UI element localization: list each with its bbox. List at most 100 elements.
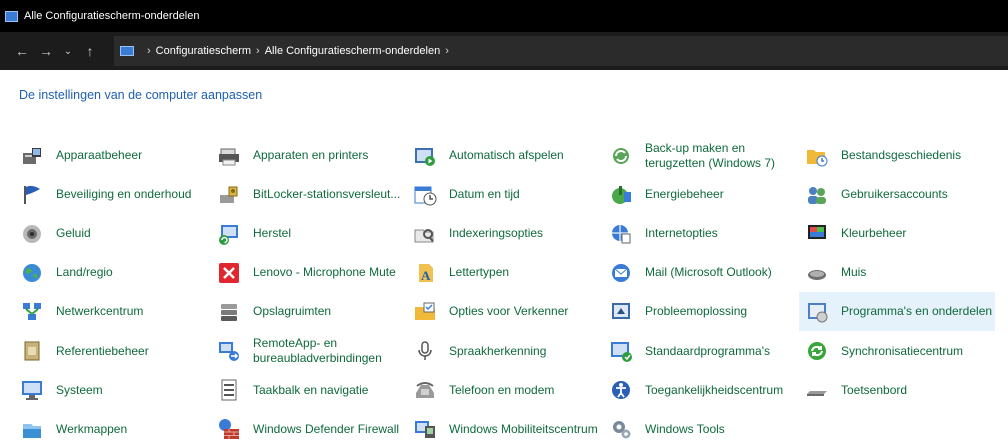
control-panel-icon xyxy=(5,10,18,22)
item-werkmappen[interactable]: Werkmappen xyxy=(14,410,211,446)
item-energiebeheer[interactable]: Energiebeheer xyxy=(603,175,799,214)
item-label[interactable]: Standaardprogramma's xyxy=(645,344,770,359)
item-lenovo-microphone-mute[interactable]: Lenovo - Microphone Mute xyxy=(211,253,407,292)
item-label[interactable]: Taakbalk en navigatie xyxy=(253,383,368,398)
item-label[interactable]: Bestandsgeschiedenis xyxy=(841,148,961,163)
item-label[interactable]: Referentiebeheer xyxy=(56,344,149,359)
item-label[interactable]: Probleemoplossing xyxy=(645,304,747,319)
item-label[interactable]: Back-up maken en terugzetten (Windows 7) xyxy=(645,141,799,171)
mobility-icon xyxy=(413,417,437,441)
item-label[interactable]: Automatisch afspelen xyxy=(449,148,564,163)
item-remoteapp-en-bureaubladverbindingen[interactable]: RemoteApp- en bureaubladverbindingen xyxy=(211,331,407,370)
item-label[interactable]: RemoteApp- en bureaubladverbindingen xyxy=(253,336,407,366)
keyboard-icon xyxy=(805,378,829,402)
item-netwerkcentrum[interactable]: Netwerkcentrum xyxy=(14,292,211,331)
item-opties-voor-verkenner[interactable]: Opties voor Verkenner xyxy=(407,292,603,331)
item-label[interactable]: Mail (Microsoft Outlook) xyxy=(645,265,772,280)
item-label[interactable]: Lenovo - Microphone Mute xyxy=(253,265,396,280)
mail-icon xyxy=(609,261,633,285)
item-label[interactable]: Muis xyxy=(841,265,866,280)
item-apparaatbeheer[interactable]: Apparaatbeheer xyxy=(14,136,211,175)
item-probleemoplossing[interactable]: Probleemoplossing xyxy=(603,292,799,331)
item-systeem[interactable]: Systeem xyxy=(14,371,211,410)
item-spraakherkenning[interactable]: Spraakherkenning xyxy=(407,331,603,370)
item-label[interactable]: Land/regio xyxy=(56,265,113,280)
item-label[interactable]: Opslagruimten xyxy=(253,304,331,319)
item-windows-mobiliteitscentrum[interactable]: Windows Mobiliteitscentrum xyxy=(407,410,603,446)
item-standaardprogramma-s[interactable]: Standaardprogramma's xyxy=(603,331,799,370)
item-telefoon-en-modem[interactable]: Telefoon en modem xyxy=(407,371,603,410)
item-label[interactable]: Kleurbeheer xyxy=(841,226,906,241)
item-back-up-maken-en-terugzetten-windows-7[interactable]: Back-up maken en terugzetten (Windows 7) xyxy=(603,136,799,175)
item-label[interactable]: Beveiliging en onderhoud xyxy=(56,187,191,202)
breadcrumb-separator[interactable]: › xyxy=(256,45,260,57)
page-heading: De instellingen van de computer aanpasse… xyxy=(19,88,263,102)
breadcrumb-alle-onderdelen[interactable]: Alle Configuratiescherm-onderdelen xyxy=(265,45,440,57)
item-label[interactable]: Gebruikersaccounts xyxy=(841,187,948,202)
item-label[interactable]: BitLocker-stationsversleut... xyxy=(253,187,400,202)
accessibility-icon xyxy=(609,378,633,402)
item-synchronisatiecentrum[interactable]: Synchronisatiecentrum xyxy=(799,331,995,370)
item-label[interactable]: Toetsenbord xyxy=(841,383,907,398)
item-label[interactable]: Telefoon en modem xyxy=(449,383,554,398)
item-label[interactable]: Netwerkcentrum xyxy=(56,304,143,319)
item-label[interactable]: Werkmappen xyxy=(56,422,127,437)
item-automatisch-afspelen[interactable]: Automatisch afspelen xyxy=(407,136,603,175)
item-bestandsgeschiedenis[interactable]: Bestandsgeschiedenis xyxy=(799,136,995,175)
item-opslagruimten[interactable]: Opslagruimten xyxy=(211,292,407,331)
item-toetsenbord[interactable]: Toetsenbord xyxy=(799,371,995,410)
item-geluid[interactable]: Geluid xyxy=(14,214,211,253)
item-beveiliging-en-onderhoud[interactable]: Beveiliging en onderhoud xyxy=(14,175,211,214)
breadcrumb-separator[interactable]: › xyxy=(147,45,151,57)
item-bitlocker-stationsversleut[interactable]: BitLocker-stationsversleut... xyxy=(211,175,407,214)
back-button[interactable]: ← xyxy=(10,43,34,59)
item-label[interactable]: Opties voor Verkenner xyxy=(449,304,568,319)
item-apparaten-en-printers[interactable]: Apparaten en printers xyxy=(211,136,407,175)
address-bar[interactable]: › Configuratiescherm › Alle Configuratie… xyxy=(114,36,1008,66)
breadcrumb-configuratiescherm[interactable]: Configuratiescherm xyxy=(156,45,251,57)
item-label[interactable]: Geluid xyxy=(56,226,91,241)
item-label[interactable]: Energiebeheer xyxy=(645,187,724,202)
item-indexeringsopties[interactable]: Indexeringsopties xyxy=(407,214,603,253)
item-label[interactable]: Programma's en onderdelen xyxy=(841,304,992,319)
item-referentiebeheer[interactable]: Referentiebeheer xyxy=(14,331,211,370)
programs-icon xyxy=(805,300,829,324)
item-label[interactable]: Windows Defender Firewall xyxy=(253,422,399,437)
item-lettertypen[interactable]: A Lettertypen xyxy=(407,253,603,292)
item-programma-s-en-onderdelen[interactable]: Programma's en onderdelen xyxy=(799,292,995,332)
item-label[interactable]: Systeem xyxy=(56,383,103,398)
item-label[interactable]: Datum en tijd xyxy=(449,187,520,202)
color-management-icon xyxy=(805,222,829,246)
item-label[interactable]: Synchronisatiecentrum xyxy=(841,344,963,359)
item-windows-defender-firewall[interactable]: Windows Defender Firewall xyxy=(211,410,407,446)
item-herstel[interactable]: Herstel xyxy=(211,214,407,253)
item-mail-microsoft-outlook[interactable]: Mail (Microsoft Outlook) xyxy=(603,253,799,292)
up-button[interactable]: ↑ xyxy=(78,43,102,59)
item-label[interactable]: Apparaten en printers xyxy=(253,148,368,163)
item-label[interactable]: Indexeringsopties xyxy=(449,226,543,241)
item-gebruikersaccounts[interactable]: Gebruikersaccounts xyxy=(799,175,995,214)
item-kleurbeheer[interactable]: Kleurbeheer xyxy=(799,214,995,253)
forward-button[interactable]: → xyxy=(34,43,58,59)
item-label[interactable]: Toegankelijkheidscentrum xyxy=(645,383,783,398)
item-label[interactable]: Windows Mobiliteitscentrum xyxy=(449,422,598,437)
recent-locations-button[interactable]: ⌄ xyxy=(58,46,78,57)
mic-mute-icon xyxy=(217,261,241,285)
item-internetopties[interactable]: Internetopties xyxy=(603,214,799,253)
backup-icon xyxy=(609,144,633,168)
tools-icon xyxy=(609,417,633,441)
item-land-regio[interactable]: Land/regio xyxy=(14,253,211,292)
item-taakbalk-en-navigatie[interactable]: Taakbalk en navigatie xyxy=(211,371,407,410)
item-datum-en-tijd[interactable]: Datum en tijd xyxy=(407,175,603,214)
item-label[interactable]: Apparaatbeheer xyxy=(56,148,142,163)
item-label[interactable]: Spraakherkenning xyxy=(449,344,546,359)
item-label[interactable]: Internetopties xyxy=(645,226,718,241)
breadcrumb-separator[interactable]: › xyxy=(445,45,449,57)
item-label[interactable]: Lettertypen xyxy=(449,265,509,280)
item-toegankelijkheidscentrum[interactable]: Toegankelijkheidscentrum xyxy=(603,371,799,410)
item-windows-tools[interactable]: Windows Tools xyxy=(603,410,799,446)
item-muis[interactable]: Muis xyxy=(799,253,995,292)
item-label[interactable]: Windows Tools xyxy=(645,422,725,437)
users-icon xyxy=(805,183,829,207)
item-label[interactable]: Herstel xyxy=(253,226,291,241)
